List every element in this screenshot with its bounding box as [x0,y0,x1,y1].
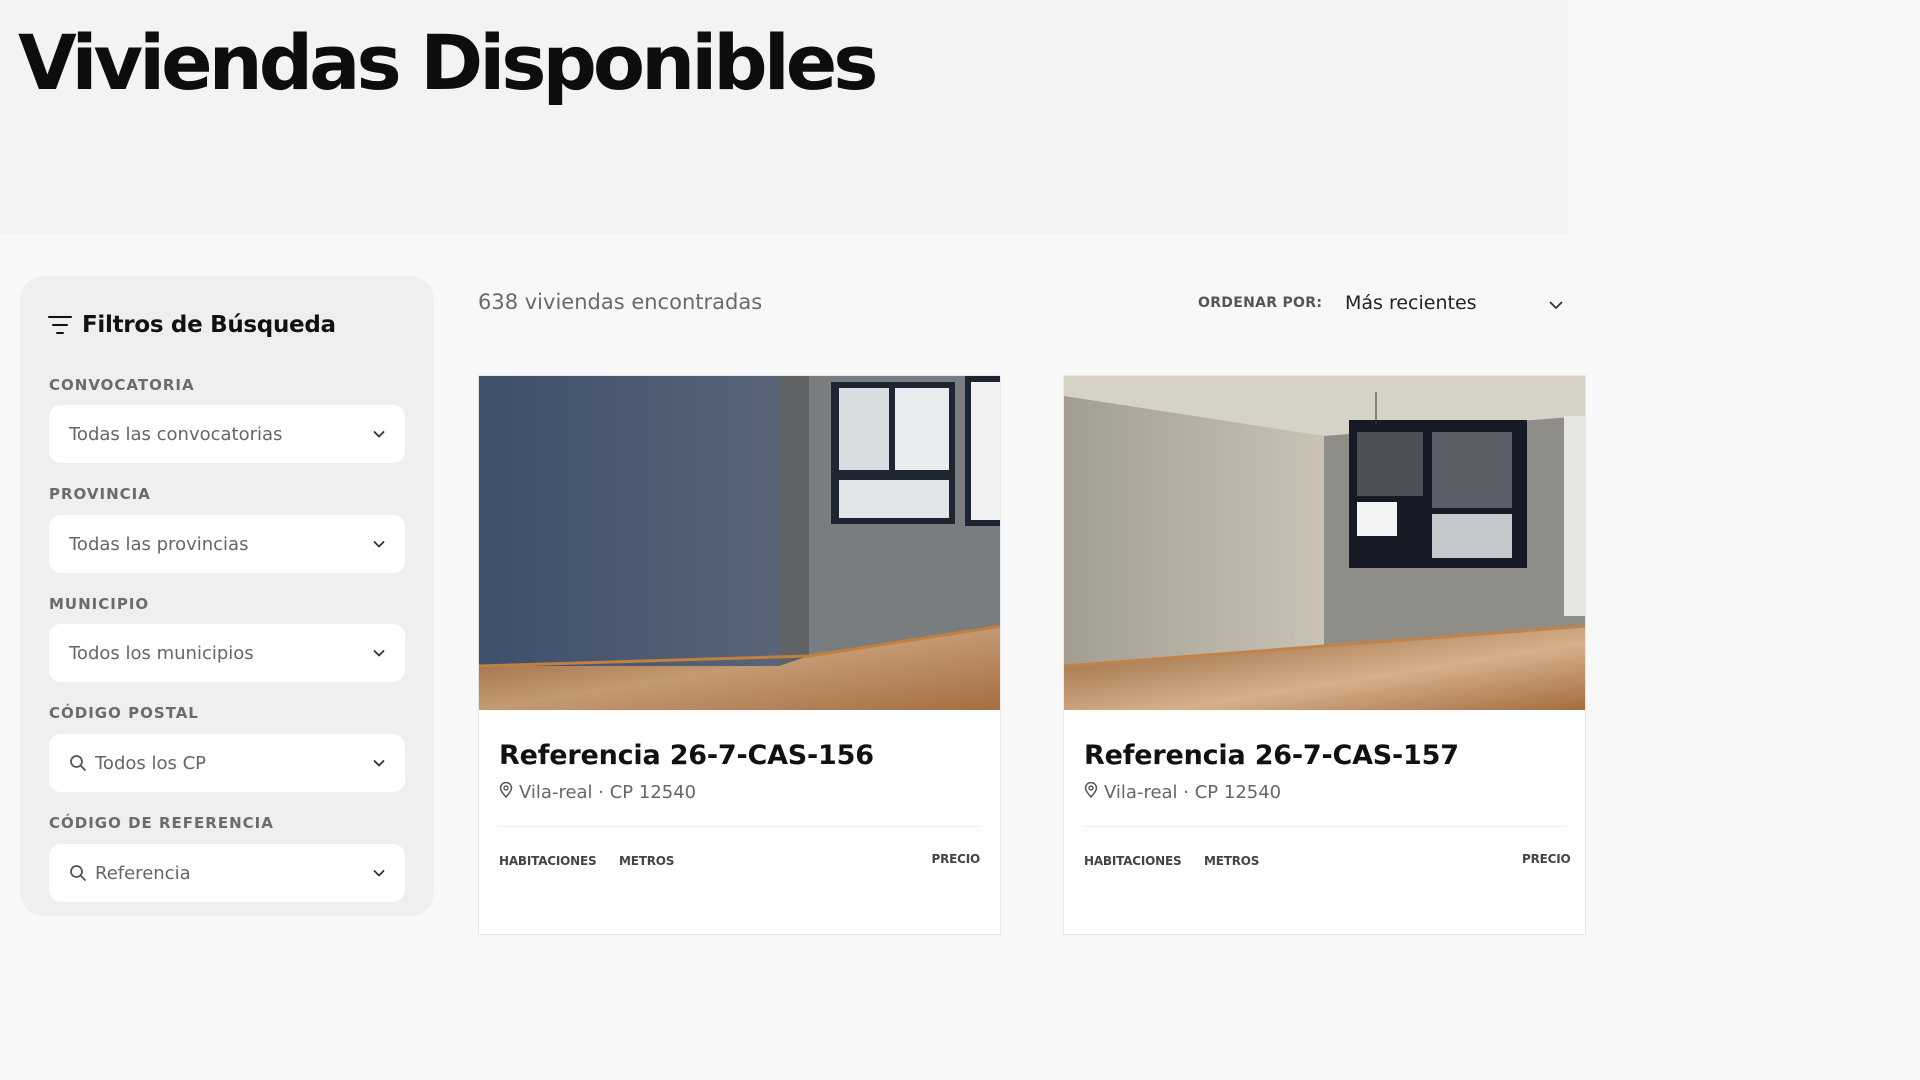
property-title[interactable]: Referencia 26-7-CAS-157 [1084,740,1459,771]
codigo-postal-value: Todos los CP [95,752,207,774]
property-location: Vila-real · CP 12540 [499,781,697,803]
price-label: PRECIO [931,852,980,866]
divider [1084,826,1565,827]
meters-label: METROS [1204,854,1260,868]
property-card[interactable]: Referencia 26-7-CAS-157 Vila-real · CP 1… [1063,375,1586,935]
codigo-postal-label: CÓDIGO POSTAL [49,704,199,722]
price-label: PRECIO [1522,852,1571,866]
codigo-referencia-input[interactable]: Referencia [49,844,405,902]
rooms-label: HABITACIONES [1084,854,1182,868]
chevron-down-icon [373,757,385,769]
property-photo[interactable] [479,376,1000,710]
chevron-down-icon [373,538,385,550]
property-photo[interactable] [1064,376,1585,710]
filters-panel: Filtros de Búsqueda CONVOCATORIA Todas l… [20,276,434,916]
chevron-down-icon [373,647,385,659]
provincia-select[interactable]: Todas las provincias [49,515,405,573]
sort-select[interactable]: Más recientes [1345,292,1477,314]
provincia-value: Todas las provincias [69,533,249,555]
municipio-value: Todos los municipios [69,642,254,664]
provincia-label: PROVINCIA [49,485,151,503]
codigo-postal-select[interactable]: Todos los CP [49,734,405,792]
property-card[interactable]: Referencia 26-7-CAS-156 Vila-real · CP 1… [478,375,1001,935]
property-title[interactable]: Referencia 26-7-CAS-156 [499,740,874,771]
rooms-label: HABITACIONES [499,854,597,868]
map-pin-icon [499,781,513,803]
chevron-down-icon [373,428,385,440]
page-header: Viviendas Disponibles [0,0,1568,234]
codigo-referencia-label: CÓDIGO DE REFERENCIA [49,814,274,832]
location-text: Vila-real · CP 12540 [519,782,697,803]
convocatoria-value: Todas las convocatorias [69,423,283,445]
sort-label: ORDENAR POR: [1198,295,1323,311]
results-count: 638 viviendas encontradas [478,290,763,314]
divider [499,826,980,827]
meters-label: METROS [619,854,675,868]
codigo-referencia-value: Referencia [95,862,191,884]
filters-title: Filtros de Búsqueda [82,312,336,338]
page-title: Viviendas Disponibles [18,18,879,107]
filters-header: Filtros de Búsqueda [48,312,336,338]
map-pin-icon [1084,781,1098,803]
search-icon [69,754,87,772]
convocatoria-label: CONVOCATORIA [49,376,195,394]
search-icon [69,864,87,882]
chevron-down-icon [373,867,385,879]
property-location: Vila-real · CP 12540 [1084,781,1282,803]
convocatoria-select[interactable]: Todas las convocatorias [49,405,405,463]
location-text: Vila-real · CP 12540 [1104,782,1282,803]
filter-lines-icon [48,316,72,334]
municipio-label: MUNICIPIO [49,595,150,613]
municipio-select[interactable]: Todos los municipios [49,624,405,682]
chevron-down-icon[interactable] [1548,297,1564,313]
